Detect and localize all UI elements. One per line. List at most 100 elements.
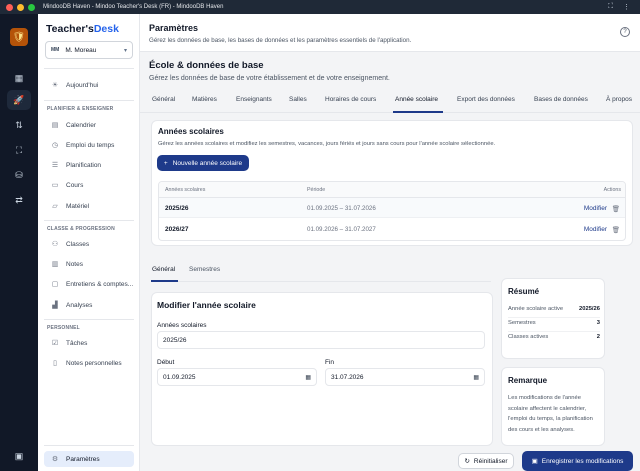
sidebar-item-analytics[interactable]: ▟ Analyses [44, 297, 134, 313]
new-school-year-button[interactable]: + Nouvelle année scolaire [157, 155, 249, 171]
school-years-table: Années scolaires Période Actions 2025/26… [158, 181, 626, 241]
scan-icon[interactable]: ⛶ [7, 140, 31, 160]
rocket-icon[interactable]: 🚀 [7, 90, 31, 110]
plus-icon: + [163, 159, 168, 167]
start-date-input[interactable]: 01.09.2025 ▦ [157, 368, 317, 386]
calendar-icon: ▤ [51, 122, 59, 129]
end-date-input[interactable]: 31.07.2026 ▦ [325, 368, 485, 386]
table-row[interactable]: 2026/27 01.09.2026 – 31.07.2027 Modifier… [159, 219, 625, 239]
edit-link[interactable]: Modifier [584, 205, 607, 212]
save-icon: ▣ [531, 458, 538, 465]
tab-about[interactable]: À propos [606, 96, 632, 103]
year-subtabs: Général Semestres [151, 260, 491, 282]
users-icon: ⚇ [51, 241, 59, 248]
section-personal-label: PERSONNEL [47, 325, 80, 331]
sidebar-item-calendar[interactable]: ▤ Calendrier [44, 117, 134, 133]
dashboard-icon[interactable]: ▦ [7, 68, 31, 88]
sidebar-item-timetable[interactable]: ◷ Emploi du temps [44, 137, 134, 153]
section-plan-label: PLANIFIER & ENSEIGNER [47, 106, 114, 112]
row-year: 2025/26 [165, 205, 189, 212]
database-icon[interactable]: ⛁ [7, 165, 31, 185]
trash-icon[interactable]: 🗑 [612, 226, 620, 234]
app-logo-icon: 🛡 [10, 28, 28, 46]
sidebar-item-material[interactable]: ▱ Matériel [44, 198, 134, 214]
user-select[interactable]: MM M. Moreau ▾ [45, 41, 133, 59]
checklist-icon: ☑ [51, 340, 59, 347]
zoom-window-button[interactable] [28, 3, 35, 11]
window-title: MindooDB Haven - Mindoo Teacher's Desk (… [43, 4, 224, 10]
table-header: Années scolaires Période Actions [159, 182, 625, 198]
sliders-icon[interactable]: ⇄ [7, 190, 31, 210]
sidebar-item-planning[interactable]: ☰ Planification [44, 157, 134, 173]
more-icon[interactable]: ⋮ [623, 3, 630, 11]
sidebar-item-classes[interactable]: ⚇ Classes [44, 236, 134, 252]
presentation-icon: ▭ [51, 182, 59, 189]
tab-databases[interactable]: Bases de données [534, 96, 588, 103]
reset-icon: ↻ [464, 458, 470, 465]
column-header-period: Période [307, 187, 326, 193]
calendar-icon[interactable]: ▦ [473, 374, 479, 381]
gear-icon: ⚙ [51, 456, 59, 463]
close-window-button[interactable] [6, 3, 13, 11]
row-year: 2026/27 [165, 226, 189, 233]
help-icon[interactable]: ? [620, 27, 630, 37]
expand-icon[interactable]: ⛶ [608, 3, 613, 11]
sidebar-item-today[interactable]: ☀ Aujourd'hui [44, 77, 134, 93]
subtab-general[interactable]: Général [152, 266, 175, 273]
sidebar-item-tasks[interactable]: ☑ Tâches [44, 335, 134, 351]
summary-title: Résumé [508, 287, 540, 296]
column-header-actions: Actions [603, 187, 621, 193]
section-classes-label: CLASSE & PROGRESSION [47, 226, 115, 232]
tab-school-year[interactable]: Année scolaire [395, 96, 438, 103]
edit-link[interactable]: Modifier [584, 226, 607, 233]
row-period: 01.09.2026 – 31.07.2027 [307, 226, 376, 233]
note-icon: ▯ [53, 360, 57, 367]
tab-teachers[interactable]: Enseignants [236, 96, 272, 103]
list-icon: ☰ [51, 162, 59, 169]
tab-schedules[interactable]: Horaires de cours [325, 96, 376, 103]
window-titlebar: MindooDB Haven - Mindoo Teacher's Desk (… [0, 0, 640, 14]
avatar: MM [51, 47, 60, 53]
note-card: Remarque Les modifications de l'année sc… [501, 367, 605, 446]
tab-subjects[interactable]: Matières [192, 96, 217, 103]
folder-icon: ▱ [52, 203, 58, 210]
chat-icon: ▢ [51, 281, 59, 288]
summary-row: Année scolaire active 2025/26 [508, 306, 600, 312]
tab-export[interactable]: Export des données [457, 96, 515, 103]
school-years-card: Années scolaires Gérez les années scolai… [151, 120, 633, 246]
section-subtitle: Gérez les données de base de votre établ… [149, 75, 390, 82]
reset-button[interactable]: ↻ Réinitialiser [458, 453, 514, 469]
sync-icon[interactable]: ⇅ [7, 115, 31, 135]
end-date-label: Fin [325, 359, 335, 366]
sidebar-item-grades[interactable]: ▥ Notes [44, 256, 134, 272]
school-year-label: Années scolaires [157, 322, 207, 329]
note-text: Les modifications de l'année scolaire af… [508, 395, 593, 433]
main-content: Paramètres Gérez les données de base, le… [140, 14, 640, 471]
save-button[interactable]: ▣ Enregistrer les modifications [522, 451, 633, 471]
clock-icon: ◷ [51, 142, 59, 149]
sidebar-item-courses[interactable]: ▭ Cours [44, 177, 134, 193]
chevron-down-icon: ▾ [123, 47, 127, 54]
form-title: Modifier l'année scolaire [157, 300, 256, 310]
calendar-icon[interactable]: ▦ [305, 374, 311, 381]
summary-card: Résumé Année scolaire active 2025/26 Sem… [501, 278, 605, 359]
sparkle-icon: ☀ [51, 82, 59, 89]
tab-rooms[interactable]: Salles [289, 96, 307, 103]
column-header-years: Années scolaires [165, 187, 206, 193]
summary-row: Semestres 3 [508, 320, 600, 326]
summary-row: Classes actives 2 [508, 334, 600, 340]
subtab-semesters[interactable]: Semestres [189, 266, 220, 273]
trash-icon[interactable]: 🗑 [612, 205, 620, 213]
sidebar-item-personal-notes[interactable]: ▯ Notes personnelles [44, 355, 134, 371]
tab-general[interactable]: Général [152, 96, 175, 103]
school-year-input[interactable]: 2025/26 [157, 331, 485, 349]
sidebar-toggle-icon[interactable]: ▣ [7, 446, 31, 466]
sidebar: Teacher'sDesk MM M. Moreau ▾ ☀ Aujourd'hu… [38, 14, 140, 471]
chart-icon: ▟ [52, 302, 58, 309]
window-controls[interactable] [6, 3, 35, 11]
minimize-window-button[interactable] [17, 3, 24, 11]
sidebar-item-settings[interactable]: ⚙ Paramètres [44, 451, 134, 467]
sidebar-item-interviews[interactable]: ▢ Entretiens & comptes... [44, 276, 134, 292]
table-row[interactable]: 2025/26 01.09.2025 – 31.07.2026 Modifier… [159, 198, 625, 218]
brand-title: Teacher'sDesk [46, 23, 119, 35]
